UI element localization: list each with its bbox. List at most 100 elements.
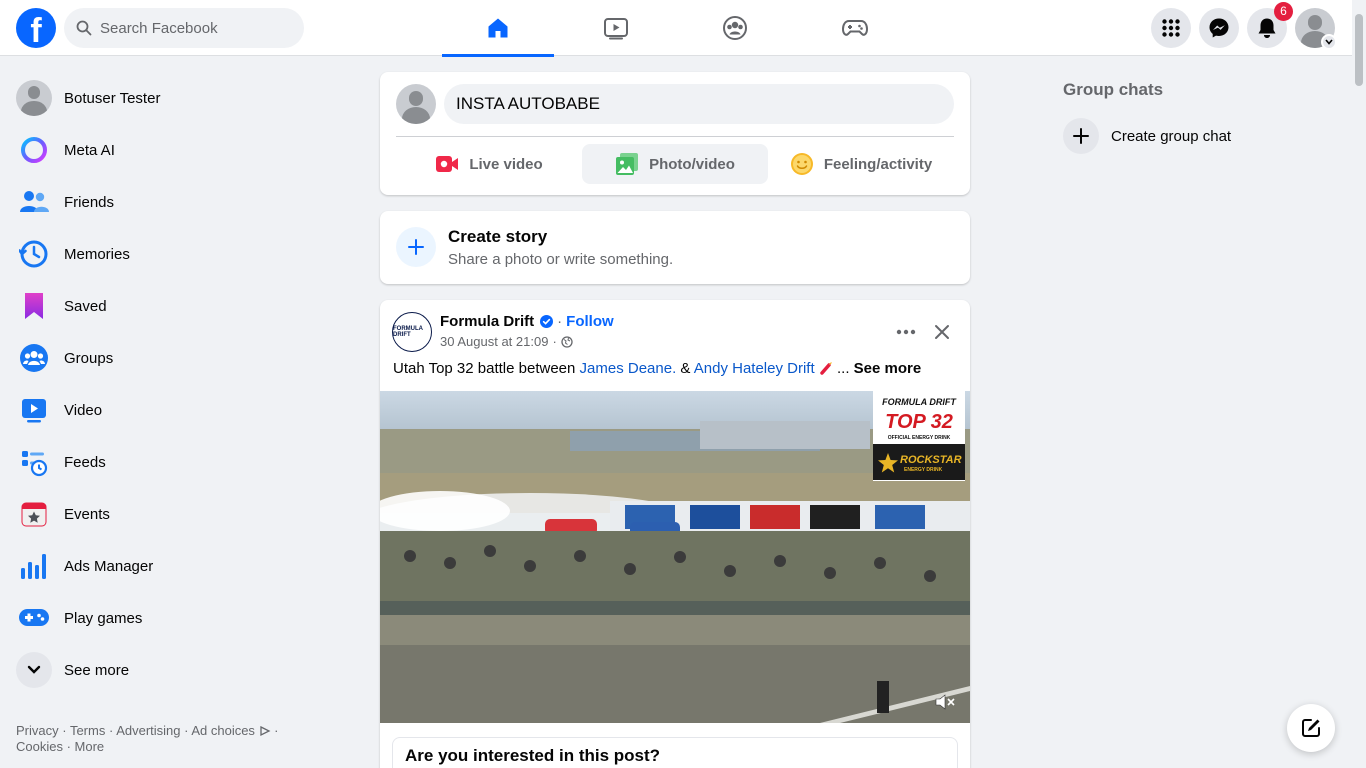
notifications-button[interactable]: 6: [1247, 2, 1293, 48]
search-input[interactable]: [100, 19, 280, 37]
sidebar-item-label: Events: [64, 505, 110, 523]
sidebar-item-label: Video: [64, 401, 103, 419]
follow-button[interactable]: Follow: [566, 313, 614, 330]
live-video-button[interactable]: Live video: [396, 144, 582, 184]
messenger-button[interactable]: [1199, 8, 1239, 48]
privacy-link[interactable]: Privacy: [16, 723, 59, 738]
ad-choices-link[interactable]: Ad choices: [191, 723, 255, 738]
feed-post: FORMULA DRIFT Formula Drift · Follow 30 …: [380, 300, 970, 768]
photo-video-button[interactable]: Photo/video: [582, 144, 768, 184]
post-video[interactable]: FORMULA DRIFT TOP 32 OFFICIAL ENERGY DRI…: [380, 391, 970, 723]
photo-video-label: Photo/video: [649, 155, 735, 173]
sidebar-item-meta-ai[interactable]: Meta AI: [8, 124, 352, 176]
sidebar-item-feeds[interactable]: Feeds: [8, 436, 352, 488]
mute-icon[interactable]: [934, 693, 956, 711]
post-options-button[interactable]: [888, 314, 924, 350]
compose-icon: [1302, 719, 1320, 737]
friends-icon: [16, 184, 52, 220]
advertising-link[interactable]: Advertising: [116, 723, 180, 738]
more-link[interactable]: More: [75, 739, 105, 754]
meta-ai-icon: [16, 132, 52, 168]
home-icon: [488, 18, 508, 38]
ad-choices-icon: [259, 725, 271, 737]
separator-dot: ·: [552, 334, 557, 349]
notification-count-badge: 6: [1274, 2, 1293, 21]
avatar[interactable]: [396, 84, 436, 124]
plus-icon: [1063, 118, 1099, 154]
tab-video[interactable]: [560, 0, 672, 56]
separator-dot: ·: [557, 313, 563, 330]
smiley-icon: [790, 153, 813, 175]
account-button[interactable]: [1295, 8, 1337, 50]
sidebar-item-friends[interactable]: Friends: [8, 176, 352, 228]
create-story-card[interactable]: Create story Share a photo or write some…: [380, 211, 970, 284]
create-group-chat-button[interactable]: Create group chat: [1055, 116, 1335, 156]
mention-link[interactable]: Andy Hateley Drift: [694, 360, 815, 377]
post-text: Utah Top 32 battle between James Deane. …: [393, 360, 921, 377]
sidebar-item-see-more[interactable]: See more: [8, 644, 352, 696]
plus-icon: [396, 227, 436, 267]
new-message-button[interactable]: [1287, 704, 1335, 752]
sidebar-item-saved[interactable]: Saved: [8, 280, 352, 332]
terms-link[interactable]: Terms: [70, 723, 105, 738]
feeling-label: Feeling/activity: [823, 155, 933, 173]
video-tab-icon: [604, 18, 628, 40]
hide-post-button[interactable]: [924, 314, 960, 350]
scrollbar-thumb[interactable]: [1355, 14, 1363, 86]
sidebar-item-label: Memories: [64, 245, 130, 263]
sidebar-item-ads-manager[interactable]: Ads Manager: [8, 540, 352, 592]
chevron-down-icon: [16, 652, 52, 688]
post-author-name[interactable]: Formula Drift: [440, 313, 534, 330]
tab-groups[interactable]: [679, 0, 791, 56]
sidebar-item-label: Botuser Tester: [64, 89, 161, 107]
messenger-icon: [1209, 18, 1229, 38]
feeling-activity-button[interactable]: Feeling/activity: [768, 144, 954, 184]
page-avatar[interactable]: FORMULA DRIFT: [392, 312, 432, 352]
see-more-link[interactable]: See more: [854, 360, 922, 377]
post-timestamp[interactable]: 30 August at 21:09: [440, 334, 548, 349]
tab-gaming[interactable]: [799, 0, 911, 56]
bell-icon: [1258, 18, 1276, 38]
more-horizontal-icon: [896, 329, 916, 335]
sidebar-item-groups[interactable]: Groups: [8, 332, 352, 384]
star-icon: [878, 453, 898, 473]
post-interest-prompt: Are you interested in this post?: [392, 737, 958, 768]
feeds-icon: [16, 444, 52, 480]
search-box[interactable]: [64, 8, 304, 48]
menu-grid-icon: [1162, 19, 1180, 37]
sidebar-item-video[interactable]: Video: [8, 384, 352, 436]
ads-manager-icon: [16, 548, 52, 584]
overlay-sponsor: ROCKSTAR: [900, 454, 962, 466]
overlay-sponsor-sub: ENERGY DRINK: [904, 467, 943, 473]
sidebar-item-label: Saved: [64, 297, 107, 315]
menu-button[interactable]: [1151, 8, 1191, 48]
sidebar-item-label: Ads Manager: [64, 557, 154, 575]
live-video-label: Live video: [469, 155, 543, 173]
sidebar-item-play-games[interactable]: Play games: [8, 592, 352, 644]
page-scrollbar[interactable]: [1352, 0, 1366, 768]
post-header: Formula Drift · Follow: [440, 313, 614, 330]
top-navigation-bar: f Search Facebook 6: [0, 0, 1366, 57]
live-video-icon: [436, 156, 459, 172]
composer-input[interactable]: INSTA AUTOBABE: [444, 84, 954, 124]
play-games-icon: [16, 600, 52, 636]
memories-icon: [16, 236, 52, 272]
divider: [396, 136, 954, 137]
sidebar-item-profile[interactable]: Botuser Tester: [8, 72, 352, 124]
tab-home[interactable]: [442, 0, 554, 57]
facebook-logo[interactable]: f: [16, 8, 56, 48]
sidebar-item-label: Groups: [64, 349, 114, 367]
mention-link[interactable]: James Deane.: [580, 360, 677, 377]
cookies-link[interactable]: Cookies: [16, 739, 63, 754]
overlay-event-sub: OFFICIAL ENERGY DRINK: [887, 435, 951, 441]
create-story-title: Create story: [448, 227, 548, 246]
globe-icon: [561, 335, 573, 348]
sidebar-item-label: Feeds: [64, 453, 106, 471]
gaming-tab-icon: [842, 20, 868, 36]
overlay-brand: FORMULA DRIFT: [882, 397, 956, 407]
sidebar-item-events[interactable]: Events: [8, 488, 352, 540]
post-composer: INSTA AUTOBABE Live video Photo/video Fe…: [380, 72, 970, 195]
sidebar-item-memories[interactable]: Memories: [8, 228, 352, 280]
sidebar-item-label: Meta AI: [64, 141, 115, 159]
close-icon: [935, 325, 949, 339]
